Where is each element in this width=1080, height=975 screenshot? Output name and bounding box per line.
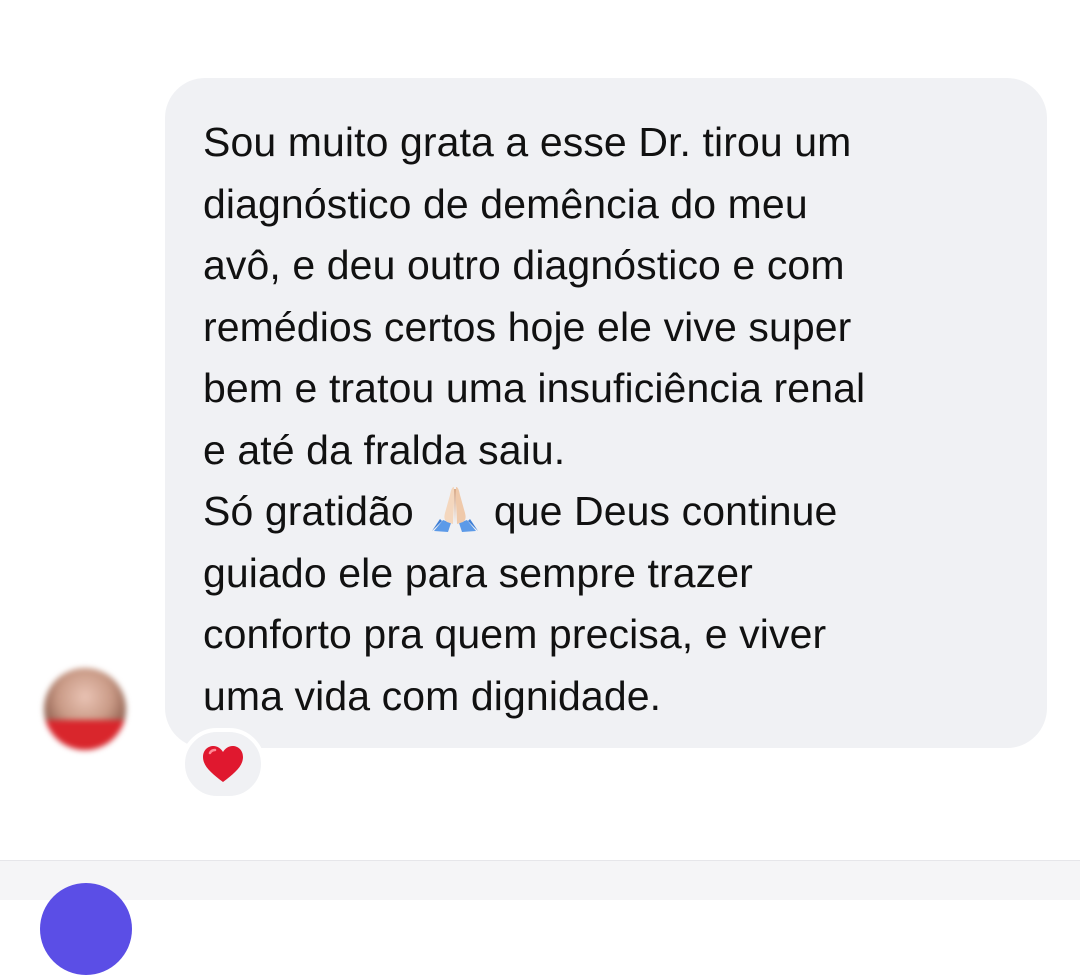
message-text-segment: que Deus continue [493,488,838,534]
heart-icon [203,746,243,782]
message-line: bem e tratou uma insuficiência renal [203,365,866,411]
sender-avatar[interactable] [44,668,126,750]
message-text-segment: Só gratidão [203,488,414,534]
message-line-with-emoji: Só gratidão que Deus continue [203,481,1011,543]
message-composer-bar[interactable] [0,860,1080,975]
message-line: diagnóstico de demência do meu [203,180,808,227]
chat-thread: Sou muito grata a esse Dr. tirou um diag… [0,0,1080,860]
reaction-badge[interactable] [181,728,265,800]
message-line: guiado ele para sempre trazer [203,549,753,596]
message-line: Sou muito grata a esse Dr. tirou um [203,119,852,165]
message-line: remédios certos hoje ele vive super [203,303,852,350]
message-line: avô, e deu outro diagnóstico e com [203,242,845,288]
message-line: uma vida com dignidade. [203,672,662,719]
folded-hands-icon [426,483,484,533]
message-bubble[interactable]: Sou muito grata a esse Dr. tirou um diag… [165,78,1047,748]
current-user-avatar [40,883,132,975]
message-line: e até da fralda saiu. [203,426,566,473]
message-line: conforto pra quem precisa, e viver [203,611,827,657]
